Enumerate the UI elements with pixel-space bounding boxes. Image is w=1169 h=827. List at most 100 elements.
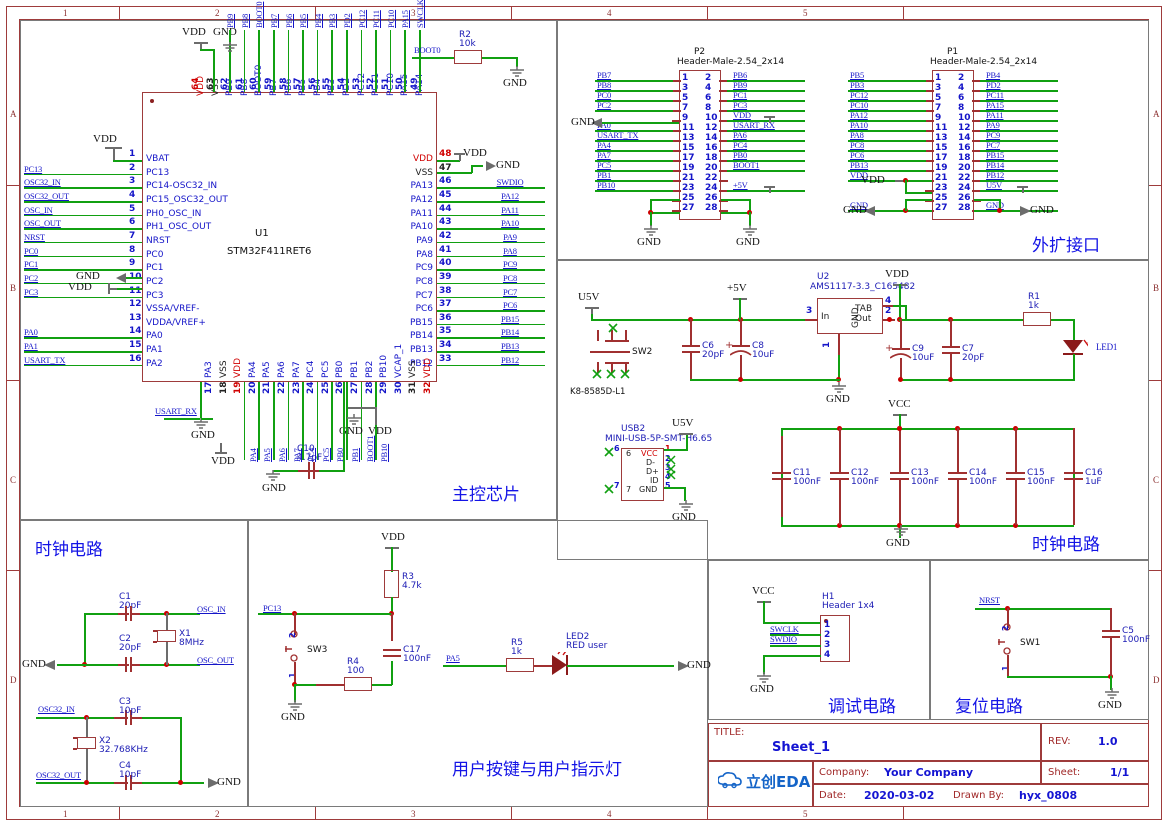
lceda-cloud-logo-icon bbox=[718, 772, 742, 789]
mcu-pin-num-40: 40 bbox=[439, 258, 452, 269]
wire bbox=[200, 382, 202, 418]
u5v-label-power: U5V bbox=[578, 291, 600, 303]
wire bbox=[36, 782, 116, 784]
c7-value: 20pF bbox=[962, 353, 985, 363]
header-pinnum-24: 24 bbox=[705, 183, 718, 193]
wire bbox=[84, 613, 86, 665]
u2-pinnum-1: 1 bbox=[822, 341, 832, 348]
net-label-PB1: PB1 bbox=[597, 170, 612, 180]
zone-tick bbox=[903, 807, 905, 820]
section-title-user: 用户按键与用户指示灯 bbox=[452, 760, 622, 780]
gnd-arrow-icon bbox=[486, 161, 496, 171]
wire bbox=[140, 613, 200, 615]
net-label-osc-out: OSC_OUT bbox=[197, 655, 234, 665]
net-label-PC7: PC7 bbox=[502, 286, 518, 297]
wire bbox=[142, 717, 182, 719]
sw1-pinnum-2: 2 bbox=[1001, 625, 1010, 631]
wire bbox=[331, 382, 333, 460]
pin1-marker bbox=[150, 99, 154, 103]
wire bbox=[905, 192, 932, 194]
gnd-label-p2-pin9: GND bbox=[571, 116, 595, 128]
net-label-PD2: PD2 bbox=[342, 13, 352, 28]
wire bbox=[1051, 319, 1075, 321]
p1-refdes: P1 bbox=[947, 47, 959, 57]
u5v-label-usb: U5V bbox=[672, 417, 694, 429]
net-label-USART_TX: USART_TX bbox=[597, 130, 639, 140]
header-pinnum-2: 2 bbox=[958, 73, 965, 83]
header-pinnum-27: 27 bbox=[935, 203, 948, 213]
wire bbox=[437, 296, 545, 299]
gnd-symbol-icon bbox=[266, 470, 280, 481]
wire bbox=[412, 57, 454, 59]
zone-col-5: 5 bbox=[803, 8, 808, 18]
wire bbox=[650, 199, 680, 201]
x2-symbol[interactable] bbox=[77, 737, 96, 749]
r3-symbol[interactable] bbox=[384, 570, 399, 598]
power-stub bbox=[375, 407, 377, 425]
wire bbox=[664, 487, 686, 489]
no-connect-icon bbox=[604, 447, 614, 457]
wire bbox=[389, 30, 392, 92]
x1-symbol[interactable] bbox=[157, 630, 176, 642]
led2-desc: RED user bbox=[566, 641, 608, 651]
junction-dot bbox=[84, 780, 89, 785]
header-pinnum-19: 19 bbox=[935, 163, 948, 173]
usb2-refdes: USB2 bbox=[621, 424, 646, 434]
wire bbox=[316, 684, 345, 686]
pin-stub bbox=[672, 140, 681, 142]
header-pinnum-12: 12 bbox=[705, 123, 718, 133]
mcu-pin-name-24: PC4 bbox=[306, 360, 317, 378]
r1-symbol[interactable] bbox=[1023, 312, 1051, 326]
header-pinnum-10: 10 bbox=[705, 113, 718, 123]
wire bbox=[118, 664, 129, 666]
mcu-pin-num-25: 25 bbox=[320, 381, 331, 394]
wire bbox=[84, 664, 118, 666]
mcu-pin-num-37: 37 bbox=[439, 299, 452, 310]
mcu-pin-name-37: PC6 bbox=[415, 304, 433, 315]
cap-polarity-icon: + bbox=[885, 343, 894, 354]
net-label-PC12: PC12 bbox=[356, 9, 367, 28]
net-label-pa5: PA5 bbox=[446, 653, 460, 663]
header-pinnum-26: 26 bbox=[705, 193, 718, 203]
zone-col-3-bottom: 3 bbox=[411, 809, 416, 819]
r5-symbol[interactable] bbox=[506, 658, 534, 672]
drawn-by-value: hyx_0808 bbox=[1019, 789, 1078, 802]
wire bbox=[721, 199, 751, 201]
mcu-pin-num-44: 44 bbox=[439, 203, 452, 214]
sw1-pinnum-1: 1 bbox=[1001, 665, 1010, 671]
power-bar bbox=[348, 407, 376, 409]
mcu-pin-name-32: VDD bbox=[423, 357, 433, 378]
header-pinnum-5: 5 bbox=[935, 93, 942, 103]
r2-symbol[interactable] bbox=[454, 50, 482, 64]
header-pinnum-13: 13 bbox=[682, 133, 695, 143]
wire bbox=[360, 30, 363, 92]
wire bbox=[690, 319, 805, 321]
wire bbox=[437, 214, 545, 217]
cap-plate bbox=[830, 478, 849, 480]
mcu-pin-name-43: PA10 bbox=[410, 222, 433, 233]
wire-vcap bbox=[343, 382, 345, 472]
no-connect-icon bbox=[592, 369, 630, 379]
wire bbox=[287, 30, 290, 92]
wire bbox=[391, 661, 393, 685]
wire bbox=[905, 199, 907, 211]
usb2-pin-7: 7 bbox=[626, 485, 632, 494]
net-label-PB1: PB1 bbox=[350, 447, 360, 462]
gnd-label-r2: GND bbox=[503, 77, 527, 89]
pin-stub bbox=[672, 180, 681, 182]
header-pinnum-12: 12 bbox=[958, 123, 971, 133]
net-label-PC11: PC11 bbox=[986, 90, 1004, 100]
wire bbox=[437, 160, 460, 162]
wire bbox=[899, 284, 901, 320]
zone-row-b-right: B bbox=[1153, 283, 1160, 293]
cap-plate bbox=[1064, 478, 1083, 480]
net-label-PB7: PB7 bbox=[597, 70, 612, 80]
zone-tick bbox=[119, 6, 121, 19]
net-label-USART_RX: USART_RX bbox=[155, 406, 197, 416]
wire bbox=[690, 351, 692, 379]
section-title-reset: 复位电路 bbox=[955, 697, 1023, 717]
r4-symbol[interactable] bbox=[344, 677, 372, 691]
c2-value: 20pF bbox=[119, 643, 142, 653]
wire bbox=[36, 717, 116, 719]
wire bbox=[294, 684, 318, 686]
